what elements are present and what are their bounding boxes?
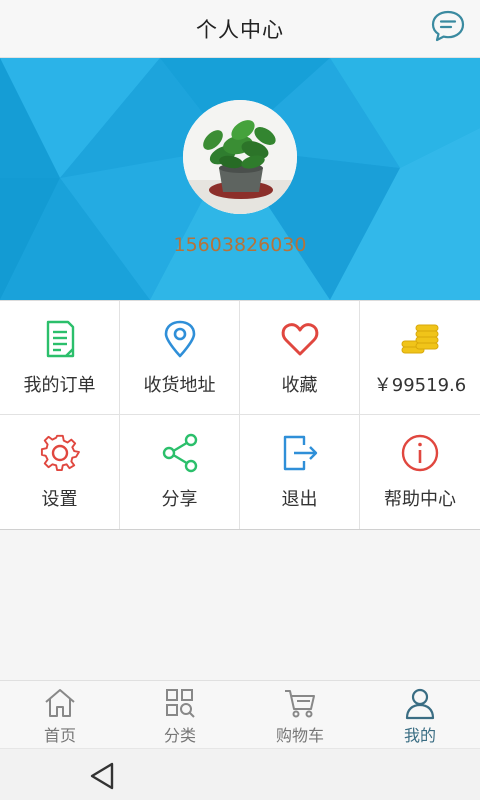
potted-plant-avatar bbox=[183, 100, 297, 214]
help-center-button[interactable]: 帮助中心 bbox=[360, 415, 480, 529]
tab-mine-label: 我的 bbox=[403, 726, 436, 745]
logout-button[interactable]: 退出 bbox=[240, 415, 360, 529]
user-phone[interactable]: 15603826030 bbox=[0, 234, 480, 256]
gear-icon bbox=[40, 434, 80, 472]
header-bar: 个人中心 bbox=[0, 0, 480, 58]
settings-label: 设置 bbox=[41, 489, 78, 510]
share-button[interactable]: 分享 bbox=[120, 415, 240, 529]
tab-cart[interactable]: 购物车 bbox=[240, 681, 360, 748]
location-pin-icon bbox=[164, 320, 195, 358]
order-document-icon bbox=[46, 320, 74, 358]
logout-label: 退出 bbox=[281, 489, 318, 510]
share-label: 分享 bbox=[161, 489, 198, 510]
tab-home-label: 首页 bbox=[43, 726, 76, 745]
tab-mine[interactable]: 我的 bbox=[360, 681, 480, 748]
cart-icon bbox=[285, 690, 315, 718]
back-triangle-icon[interactable] bbox=[88, 761, 118, 791]
shipping-address-button[interactable]: 收货地址 bbox=[120, 301, 240, 415]
share-icon bbox=[162, 433, 197, 473]
heart-icon bbox=[281, 323, 318, 356]
tab-cart-label: 购物车 bbox=[275, 726, 324, 745]
page-title: 个人中心 bbox=[196, 17, 284, 42]
shipping-address-label: 收货地址 bbox=[143, 375, 216, 396]
logout-icon bbox=[283, 435, 317, 471]
category-search-icon bbox=[166, 689, 195, 718]
balance-button[interactable]: ￥99519.6 bbox=[360, 301, 480, 415]
favorites-label: 收藏 bbox=[281, 375, 318, 396]
chat-bubble-icon[interactable] bbox=[430, 8, 466, 44]
favorites-button[interactable]: 收藏 bbox=[240, 301, 360, 415]
info-circle-icon bbox=[401, 434, 439, 472]
function-grid: 我的订单 收货地址 收藏 ￥99519.6 设置 分享 退出 帮助中心 bbox=[0, 300, 480, 530]
avatar[interactable] bbox=[183, 100, 297, 214]
my-orders-label: 我的订单 bbox=[23, 375, 96, 396]
user-icon bbox=[405, 688, 435, 720]
my-orders-button[interactable]: 我的订单 bbox=[0, 301, 120, 415]
tab-category-label: 分类 bbox=[163, 726, 196, 745]
home-icon bbox=[45, 689, 75, 717]
help-center-label: 帮助中心 bbox=[384, 489, 456, 510]
balance-label: ￥99519.6 bbox=[373, 375, 467, 396]
settings-button[interactable]: 设置 bbox=[0, 415, 120, 529]
profile-banner: 15603826030 bbox=[0, 58, 480, 300]
tab-home[interactable]: 首页 bbox=[0, 681, 120, 748]
coins-icon bbox=[401, 324, 439, 354]
bottom-tab-bar: 首页 分类 购物车 我的 bbox=[0, 680, 480, 748]
system-nav-bar bbox=[0, 748, 480, 800]
tab-category[interactable]: 分类 bbox=[120, 681, 240, 748]
